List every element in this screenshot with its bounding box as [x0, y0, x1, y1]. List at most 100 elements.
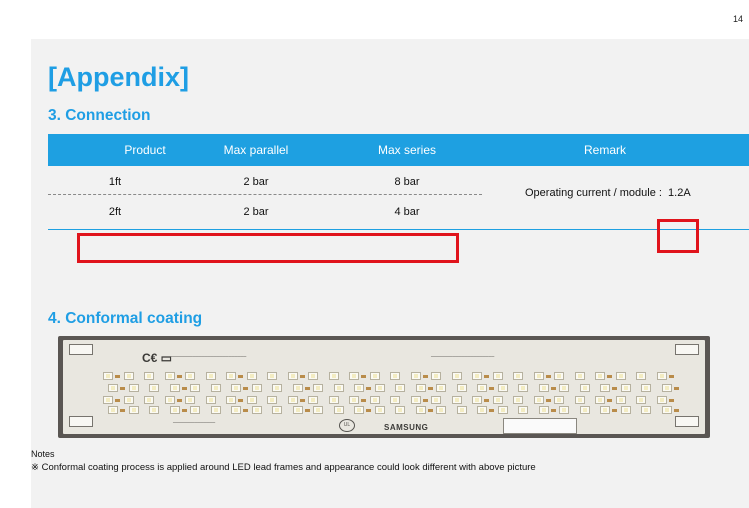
led-chip-icon — [190, 384, 200, 392]
solder-pad-icon — [545, 375, 551, 378]
led-chip-icon — [492, 396, 503, 404]
solder-pad-icon — [115, 399, 120, 402]
led-chip-icon — [190, 406, 200, 414]
led-chip-icon — [600, 384, 610, 392]
solder-pad-icon — [484, 399, 489, 402]
led-board: C€ ▭ ───────────────────────── ─────────… — [63, 340, 705, 434]
table-header: Product Max parallel Max series Remark — [48, 134, 749, 166]
led-chip-icon — [328, 372, 339, 380]
led-chip-icon — [123, 396, 134, 404]
header-product: Product — [124, 143, 166, 157]
led-chip-icon — [554, 372, 564, 380]
page-number: 14 — [732, 14, 743, 24]
led-chip-icon — [579, 406, 590, 414]
solder-pad-icon — [181, 387, 187, 390]
led-chip-icon — [292, 406, 303, 414]
led-chip-icon — [595, 396, 605, 404]
led-chip-icon — [123, 372, 134, 380]
led-chip-icon — [328, 396, 339, 404]
led-chip-icon — [231, 384, 241, 392]
led-chip-icon — [354, 406, 364, 414]
remark-label: Operating current / module : — [525, 187, 662, 199]
led-chip-icon — [108, 384, 118, 392]
led-chip-icon — [144, 372, 154, 380]
led-chip-icon — [205, 372, 216, 380]
led-chip-icon — [333, 384, 344, 392]
connector-top-left — [69, 344, 93, 355]
silkscreen-text-top: ───────────────────────── — [171, 354, 247, 360]
led-chip-icon — [415, 384, 426, 392]
led-chip-icon — [636, 372, 646, 380]
row1-max-parallel: 2 bar — [243, 176, 269, 188]
led-chip-icon — [308, 372, 318, 380]
led-chip-icon — [128, 384, 139, 392]
led-chip-icon — [656, 396, 667, 404]
solder-pad-icon — [422, 375, 428, 378]
row2-max-parallel: 2 bar — [243, 206, 269, 218]
led-chip-icon — [456, 384, 467, 392]
led-chip-icon — [492, 372, 503, 380]
remark-value: 1.2A — [668, 187, 691, 199]
connector-bottom-left — [69, 416, 93, 427]
led-chip-icon — [533, 372, 544, 380]
solder-pad-icon — [361, 375, 366, 378]
solder-pad-icon — [176, 375, 182, 378]
led-chip-icon — [472, 372, 482, 380]
led-chip-icon — [451, 372, 462, 380]
led-chip-icon — [431, 396, 441, 404]
led-chip-icon — [513, 372, 523, 380]
led-chip-icon — [518, 406, 528, 414]
ul-mark-icon: UL — [339, 419, 355, 432]
led-chip-icon — [497, 406, 508, 414]
led-chip-icon — [410, 396, 421, 404]
solder-pad-icon — [612, 409, 617, 412]
section-heading-coating: 4. Conformal coating — [48, 310, 203, 327]
led-chip-icon — [431, 372, 441, 380]
connector-bottom-right — [675, 416, 699, 427]
led-chip-icon — [149, 406, 159, 414]
section-heading-connection: 3. Connection — [48, 107, 151, 124]
solder-pad-icon — [668, 375, 674, 378]
solder-pad-icon — [673, 409, 679, 412]
solder-pad-icon — [612, 387, 617, 390]
solder-pad-icon — [545, 399, 551, 402]
solder-pad-icon — [427, 409, 433, 412]
row1-product: 1ft — [108, 176, 122, 188]
row2-product: 2ft — [108, 206, 122, 218]
led-chip-icon — [349, 372, 359, 380]
solder-pad-icon — [243, 409, 248, 412]
solder-pad-icon — [489, 409, 494, 412]
led-module-photo: C€ ▭ ───────────────────────── ─────────… — [58, 336, 710, 438]
led-chip-icon — [185, 396, 195, 404]
led-chip-icon — [518, 384, 528, 392]
led-chip-icon — [451, 396, 462, 404]
led-chip-icon — [251, 384, 262, 392]
led-chip-icon — [246, 372, 257, 380]
solder-pad-icon — [366, 409, 371, 412]
led-chip-icon — [374, 406, 385, 414]
led-chip-icon — [313, 406, 323, 414]
led-chip-icon — [231, 406, 241, 414]
led-chip-icon — [620, 384, 631, 392]
led-chip-icon — [538, 406, 549, 414]
led-chip-icon — [472, 396, 482, 404]
led-chip-icon — [554, 396, 564, 404]
silkscreen-text-bottom: ────────────── — [173, 420, 216, 426]
led-chip-icon — [246, 396, 257, 404]
solder-pad-icon — [304, 387, 310, 390]
led-chip-icon — [169, 406, 180, 414]
header-max-series: Max series — [377, 143, 436, 157]
led-chip-icon — [267, 396, 277, 404]
led-chip-icon — [477, 384, 487, 392]
led-chip-icon — [128, 406, 139, 414]
led-chip-icon — [595, 372, 605, 380]
led-chip-icon — [436, 406, 446, 414]
solder-pad-icon — [120, 409, 125, 412]
led-chip-icon — [410, 372, 421, 380]
led-chip-icon — [533, 396, 544, 404]
solder-pad-icon — [668, 399, 674, 402]
solder-pad-icon — [115, 375, 120, 378]
header-max-parallel: Max parallel — [223, 143, 289, 157]
led-chip-icon — [164, 372, 175, 380]
solder-pad-icon — [238, 375, 243, 378]
